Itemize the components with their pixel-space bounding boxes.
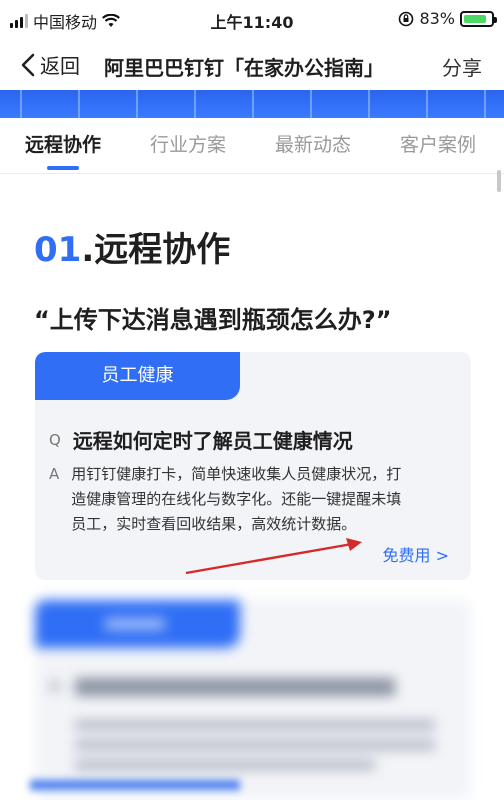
blurred-next-card: [35, 600, 471, 800]
page-title: 阿里巴巴钉钉「在家办公指南」: [104, 56, 384, 80]
status-right: 83%: [398, 9, 497, 28]
section-number: 01: [34, 230, 82, 270]
question-mark: Q: [49, 430, 61, 449]
card-answer: A 用钉钉健康打卡，简单快速收集人员健康状况，打造健康管理的在线化与数字化。还能…: [49, 462, 411, 537]
blurred-footer: [30, 780, 240, 790]
orientation-lock-icon: [399, 11, 414, 26]
section-title: 01.远程协作: [34, 222, 230, 271]
tab-industry-solutions[interactable]: 行业方案: [150, 130, 226, 157]
scrollbar[interactable]: [497, 170, 501, 192]
chevron-left-icon: [21, 53, 35, 76]
card-badge: 员工健康: [35, 352, 240, 400]
active-tab-indicator: [47, 166, 79, 170]
status-bar: 中国移动 上午11:40 83%: [0, 0, 504, 40]
share-button[interactable]: 分享: [442, 52, 482, 81]
free-use-link[interactable]: 免费用 >: [383, 542, 450, 566]
battery-icon: [460, 10, 497, 27]
answer-text: 用钉钉健康打卡，简单快速收集人员健康状况，打造健康管理的在线化与数字化。还能一键…: [71, 465, 402, 533]
card-question: Q 远程如何定时了解员工健康情况: [49, 425, 353, 454]
tab-latest-news[interactable]: 最新动态: [275, 130, 351, 157]
annotation-arrow-icon: [185, 538, 362, 575]
tab-bar: 远程协作 行业方案 最新动态 客户案例: [0, 118, 504, 174]
nav-bar: 返回 阿里巴巴钉钉「在家办公指南」 分享: [0, 42, 504, 88]
question-text: 远程如何定时了解员工健康情况: [72, 429, 353, 453]
section-title-text: .远程协作: [81, 230, 231, 270]
header-banner-image: [0, 90, 504, 118]
tab-customer-cases[interactable]: 客户案例: [400, 130, 476, 157]
battery-percent: 83%: [419, 9, 455, 28]
back-label: 返回: [40, 54, 80, 78]
tab-remote-collaboration[interactable]: 远程协作: [25, 130, 101, 157]
answer-mark: A: [49, 465, 60, 483]
back-button[interactable]: 返回: [20, 50, 80, 79]
section-question: “上传下达消息遇到瓶颈怎么办?”: [34, 306, 392, 334]
